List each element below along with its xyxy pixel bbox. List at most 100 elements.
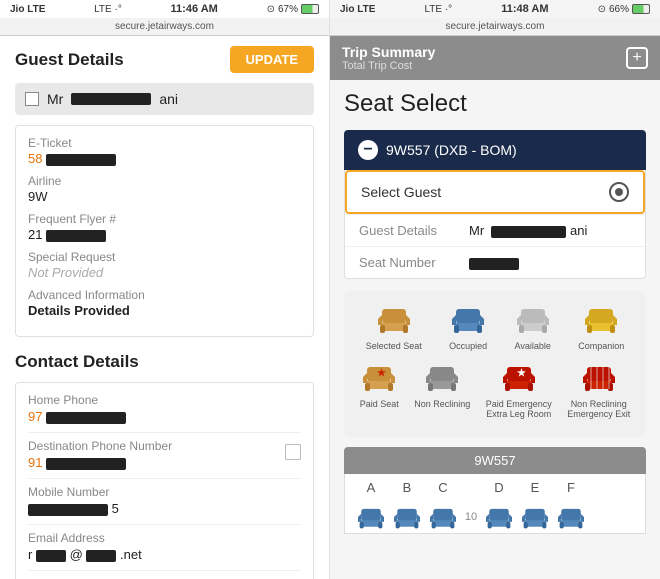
available-seat-icon [515,301,551,337]
seat-map: 9W557 A B C D E F [344,447,646,534]
seat-map-col-labels: A B C D E F [345,474,645,501]
frequent-flyer-redacted [46,230,106,242]
guest-name-prefix: Mr [47,91,63,107]
right-content: Seat Select − 9W557 (DXB - BOM) Select G… [330,80,660,579]
email-value: r @ .net [28,547,301,562]
guest-detail-value: Mr ani [469,223,587,238]
seat-number-row: Seat Number [345,246,645,278]
legend-available-seat: Available [515,301,551,351]
legend-occupied-seat: Occupied [449,301,487,351]
airline-label: Airline [28,174,301,188]
mobile-redacted [28,504,108,516]
eticket-value: 58 [28,151,301,166]
non-reclining-label: Non Reclining [414,399,470,409]
time-left: 11:46 AM [171,3,218,15]
legend-paid-seat: ★ Paid Seat [360,359,399,419]
select-guest-row[interactable]: Select Guest [345,170,645,214]
flight-details-box: Select Guest Guest Details Mr ani Seat N… [344,170,646,279]
trip-summary-info: Trip Summary Total Trip Cost [342,44,435,72]
legend-row-2: ★ Paid Seat [352,359,638,419]
col-b: B [391,480,423,495]
home-phone-redacted [46,412,126,424]
seat-10b[interactable] [391,503,423,531]
special-request-value: Not Provided [28,265,301,280]
email-label: Email Address [28,531,301,545]
select-guest-radio[interactable] [609,182,629,202]
status-bar-right: Jio LTE LTE ·° 11:48 AM ⊙ 66% [330,0,660,18]
left-panel: Jio LTE LTE ·° 11:46 AM ⊙ 67% secure.jet… [0,0,330,579]
flight-collapse-button[interactable]: − [358,140,378,160]
seat-row-10: 10 [345,501,645,533]
col-d: D [483,480,515,495]
dest-phone-checkbox[interactable] [285,444,301,460]
select-guest-label: Select Guest [361,184,441,200]
seat-map-content: A B C D E F [344,474,646,534]
battery-bar-left [301,4,319,14]
secondary-email-row: Secondary Email [28,570,301,579]
battery-icon-right: ⊙ [598,4,606,15]
occupied-seat-label: Occupied [449,341,487,351]
guest-info-section: E-Ticket 58 Airline 9W Frequent Flyer # … [15,125,314,337]
non-reclining-emergency-icon [581,359,617,395]
battery-icons-left: ⊙ 67% [267,4,319,15]
selected-seat-icon [376,301,412,337]
home-phone-value: 97 [28,409,301,424]
dest-phone-row: Destination Phone Number 91 [28,432,301,470]
seat-10f[interactable] [555,503,587,531]
col-gap [463,480,479,495]
seat-number-value [469,255,519,270]
eticket-label: E-Ticket [28,136,301,150]
battery-pct-left: 67% [278,4,298,15]
home-phone-row: Home Phone 97 [28,393,301,424]
dest-phone-redacted [46,458,126,470]
non-reclining-emergency-label: Non RecliningEmergency Exit [567,399,630,419]
radio-inner [615,188,623,196]
svg-text:★: ★ [377,368,386,379]
paid-seat-label: Paid Seat [360,399,399,409]
dest-phone-label: Destination Phone Number [28,439,301,453]
contact-details-title: Contact Details [15,352,314,372]
lte-left: LTE ·° [94,4,122,15]
frequent-flyer-row: Frequent Flyer # 21 [28,212,301,242]
mobile-row: Mobile Number 5 [28,478,301,516]
advanced-info-label: Advanced Information [28,288,301,302]
svg-text:★: ★ [517,368,526,379]
available-seat-label: Available [515,341,551,351]
legend-non-reclining-emergency: Non RecliningEmergency Exit [567,359,630,419]
seat-10a[interactable] [355,503,387,531]
status-bar-left: Jio LTE LTE ·° 11:46 AM ⊙ 67% [0,0,329,18]
guest-name-suffix: ani [159,91,178,107]
trip-summary-title: Trip Summary [342,44,435,60]
paid-seat-icon: ★ [361,359,397,395]
non-reclining-icon [424,359,460,395]
guest-details-header: Guest Details UPDATE [15,46,314,73]
carrier-left: Jio LTE [10,4,45,15]
selected-seat-label: Selected Seat [366,341,422,351]
flight-code: 9W557 (DXB - BOM) [386,142,517,158]
right-panel: Jio LTE LTE ·° 11:48 AM ⊙ 66% secure.jet… [330,0,660,579]
flight-header: − 9W557 (DXB - BOM) [344,130,646,170]
trip-summary-bar: Trip Summary Total Trip Cost + [330,36,660,80]
update-button[interactable]: UPDATE [230,46,314,73]
url-bar-left: secure.jetairways.com [0,18,329,36]
seat-map-header: 9W557 [344,447,646,474]
seat-number-redacted [469,258,519,270]
guest-detail-row: Guest Details Mr ani [345,214,645,246]
home-phone-label: Home Phone [28,393,301,407]
seat-number-key: Seat Number [359,255,469,270]
legend-non-reclining: Non Reclining [414,359,470,419]
legend-selected-seat: Selected Seat [366,301,422,351]
seat-10c[interactable] [427,503,459,531]
trip-summary-plus[interactable]: + [626,47,648,69]
seat-10e[interactable] [519,503,551,531]
battery-bar-right [632,4,650,14]
mobile-label: Mobile Number [28,485,301,499]
legend-row-1: Selected Seat Occupied [352,301,638,351]
left-content: Guest Details UPDATE Mr ani E-Ticket 58 … [0,36,329,579]
seat-select-title: Seat Select [344,90,646,118]
battery-icons-right: ⊙ 66% [598,4,650,15]
seat-10d[interactable] [483,503,515,531]
time-right: 11:48 AM [501,3,548,15]
email-row: Email Address r @ .net [28,524,301,562]
guest-checkbox[interactable] [25,92,39,106]
